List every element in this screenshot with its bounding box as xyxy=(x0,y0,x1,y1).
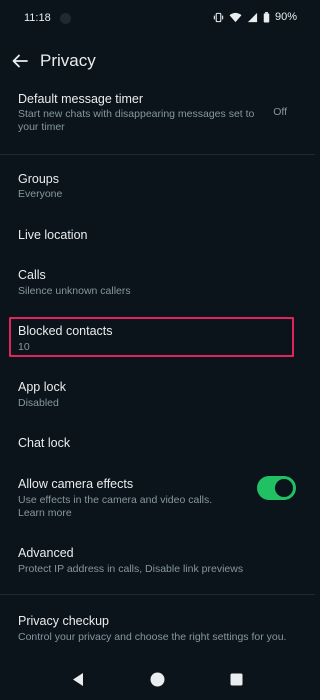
setting-value: Off xyxy=(273,106,287,118)
setting-calls[interactable]: Calls Silence unknown callers xyxy=(0,262,315,304)
nav-home-icon[interactable] xyxy=(150,672,165,687)
section-divider xyxy=(0,594,315,595)
setting-label: Chat lock xyxy=(18,436,71,450)
status-time: 11:18 xyxy=(24,12,51,24)
back-arrow-icon[interactable] xyxy=(10,51,30,71)
setting-label: Blocked contacts xyxy=(18,324,113,338)
setting-advanced[interactable]: Advanced Protect IP address in calls, Di… xyxy=(0,540,315,582)
nav-recents-icon[interactable] xyxy=(230,673,243,686)
wifi-icon xyxy=(229,12,242,22)
status-icons: 90% xyxy=(213,11,297,23)
setting-value: Disabled xyxy=(18,397,59,409)
setting-label: Advanced xyxy=(18,546,74,560)
battery-icon xyxy=(263,11,270,23)
setting-label: Privacy checkup xyxy=(18,614,110,628)
setting-value: Silence unknown callers xyxy=(18,285,131,297)
setting-description: Use effects in the camera and video call… xyxy=(18,494,213,506)
setting-label: Live location xyxy=(18,228,88,242)
vibrate-icon xyxy=(213,12,224,22)
setting-label: Allow camera effects xyxy=(18,477,134,491)
setting-default-message-timer[interactable]: Default message timer Start new chats wi… xyxy=(0,86,315,138)
status-bar: 11:18 90% xyxy=(0,0,315,36)
nav-back-icon[interactable] xyxy=(71,672,85,687)
setting-chat-lock[interactable]: Chat lock xyxy=(0,430,315,460)
setting-label: Default message timer xyxy=(18,92,144,106)
setting-description: Control your privacy and choose the righ… xyxy=(18,631,287,643)
setting-label: Groups xyxy=(18,172,59,186)
setting-privacy-checkup[interactable]: Privacy checkup Control your privacy and… xyxy=(0,608,315,650)
setting-live-location[interactable]: Live location xyxy=(0,222,315,252)
setting-app-lock[interactable]: App lock Disabled xyxy=(0,374,315,416)
setting-value: Everyone xyxy=(18,188,63,200)
setting-label: App lock xyxy=(18,380,66,394)
toggle-knob xyxy=(275,479,293,497)
setting-value: 10 xyxy=(18,341,30,353)
notification-dot-icon xyxy=(60,13,71,24)
setting-label: Calls xyxy=(18,268,46,282)
setting-description: Protect IP address in calls, Disable lin… xyxy=(18,563,244,575)
setting-description: Start new chats with disappearing messag… xyxy=(18,108,255,133)
battery-percent: 90% xyxy=(274,11,297,23)
page-title: Privacy xyxy=(40,51,96,70)
setting-blocked-contacts[interactable]: Blocked contacts 10 xyxy=(0,319,315,355)
app-bar: Privacy xyxy=(0,44,315,78)
system-nav-bar xyxy=(0,660,315,700)
section-divider xyxy=(0,154,315,155)
setting-groups[interactable]: Groups Everyone xyxy=(0,166,315,208)
camera-effects-toggle[interactable] xyxy=(257,476,296,500)
signal-icon xyxy=(247,12,258,22)
learn-more-link[interactable]: Learn more xyxy=(18,507,72,520)
